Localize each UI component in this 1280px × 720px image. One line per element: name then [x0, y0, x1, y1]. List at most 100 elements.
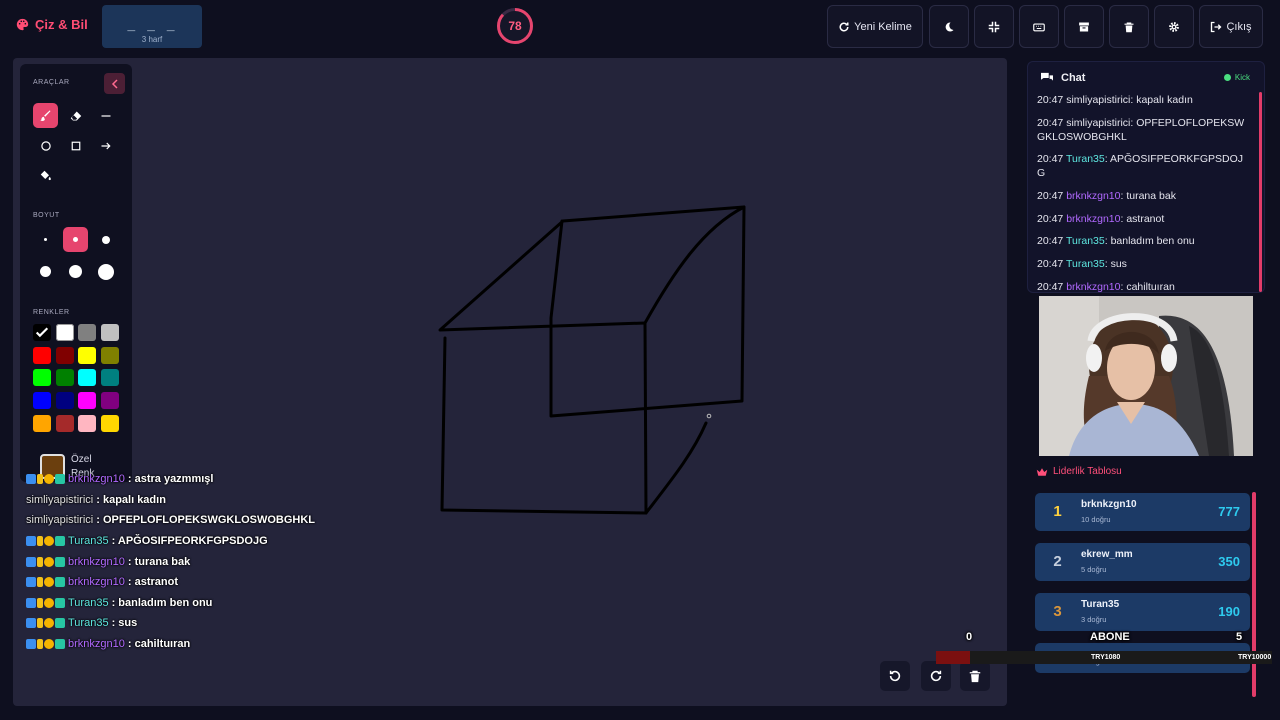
color-swatch[interactable] — [78, 414, 96, 432]
leaderboard-name: brknkzgn10 — [1081, 499, 1137, 510]
new-word-button[interactable]: Yeni Kelime — [827, 5, 923, 48]
user-badges — [26, 474, 65, 485]
gift-badge-icon — [55, 597, 65, 608]
chat-message-time: 20:47 — [1037, 190, 1064, 203]
size-2-button[interactable] — [63, 227, 88, 252]
size-6-button[interactable] — [93, 259, 118, 284]
color-swatch[interactable] — [100, 324, 119, 341]
archive-button[interactable] — [1064, 5, 1104, 48]
overlay-chat-line: simliyapistirici: kapalı kadın — [26, 490, 366, 511]
size-label: BOYUT — [33, 212, 60, 219]
leaderboard-name: ekrew_mm — [1081, 549, 1133, 560]
keyboard-icon — [1033, 22, 1045, 31]
color-swatch[interactable] — [55, 369, 74, 387]
archive-icon — [1079, 22, 1089, 31]
chat-message: 20:47 simliyapistirici: OPFEPLOFLOPEKSWG… — [1037, 116, 1251, 144]
chat-message-text: : banladım ben onu — [1104, 235, 1195, 248]
gear-icon — [1169, 21, 1179, 32]
eraser-tool[interactable] — [63, 103, 88, 128]
color-swatch[interactable] — [55, 414, 74, 432]
overlay-chat-username: simliyapistirici — [26, 514, 94, 527]
overlay-chat-username: brknkzgn10 — [68, 555, 125, 568]
size-4-button[interactable] — [33, 259, 58, 284]
color-swatch[interactable] — [78, 324, 96, 341]
leaderboard-score: 350 — [1218, 554, 1240, 569]
size-1-button[interactable] — [33, 227, 58, 252]
chart-badge-icon — [26, 577, 36, 588]
word-mask: _ _ _ — [127, 17, 177, 32]
color-swatch[interactable] — [55, 324, 74, 341]
app-title: Çiz & Bil — [35, 17, 88, 32]
color-swatch[interactable] — [55, 392, 74, 410]
color-swatch[interactable] — [33, 369, 51, 387]
chat-message-time: 20:47 — [1037, 116, 1064, 129]
exit-button[interactable]: Çıkış — [1199, 5, 1263, 48]
color-swatch[interactable] — [100, 392, 119, 410]
word-letter-count: 3 harf — [141, 35, 163, 44]
user-badges — [26, 556, 65, 567]
color-swatch[interactable] — [78, 369, 96, 387]
circle-tool[interactable] — [33, 133, 58, 158]
user-badges — [26, 536, 65, 547]
moon-icon — [945, 21, 954, 31]
color-swatch[interactable] — [33, 346, 51, 364]
fullscreen-button[interactable] — [974, 5, 1014, 48]
brush-icon — [39, 109, 50, 121]
overlay-chat-line: Turan35: APĞOSIFPEORKFGPSDOJG — [26, 531, 366, 552]
colors-label: RENKLER — [33, 309, 70, 316]
chat-message: 20:47 Turan35: banladım ben onu — [1037, 234, 1251, 248]
chat-message-time: 20:47 — [1037, 258, 1064, 271]
size-5-button[interactable] — [63, 259, 88, 284]
chat-message-user: Turan35 — [1066, 258, 1105, 271]
subscriber-goal-overlay: 0 ABONE 5 TRY1080 TRY10000 — [936, 627, 1280, 671]
coin-badge-icon — [44, 618, 54, 629]
chat-message: 20:47 brknkzgn10: turana bak — [1037, 189, 1251, 203]
brush-tool[interactable] — [33, 103, 58, 128]
bolt-badge-icon — [37, 639, 43, 650]
color-swatch[interactable] — [55, 346, 74, 364]
square-icon — [71, 141, 80, 150]
color-swatch[interactable] — [78, 346, 96, 364]
settings-button[interactable] — [1154, 5, 1194, 48]
color-swatch[interactable] — [33, 324, 51, 341]
overlay-chat-text: : astranot — [127, 576, 178, 589]
size-3-button[interactable] — [93, 227, 118, 252]
collapse-tools-button[interactable] — [104, 73, 125, 94]
undo-button[interactable] — [880, 661, 910, 691]
color-swatch[interactable] — [78, 392, 96, 410]
bolt-badge-icon — [37, 556, 43, 567]
chart-badge-icon — [26, 618, 36, 629]
gift-badge-icon — [55, 577, 65, 588]
arrow-tool[interactable] — [93, 133, 118, 158]
theme-toggle-button[interactable] — [929, 5, 969, 48]
line-tool[interactable] — [93, 103, 118, 128]
color-swatch[interactable] — [100, 369, 119, 387]
chat-message-time: 20:47 — [1037, 212, 1064, 225]
chat-message-user: Turan35 — [1066, 153, 1105, 166]
chat-header: Chat — [1040, 72, 1085, 84]
color-swatch[interactable] — [100, 346, 119, 364]
clear-button[interactable] — [1109, 5, 1149, 48]
refresh-icon — [839, 21, 849, 31]
color-swatch[interactable] — [33, 414, 51, 432]
rectangle-tool[interactable] — [63, 133, 88, 158]
overlay-chat-text: : APĞOSIFPEORKFGPSDOJG — [111, 535, 268, 548]
chat-message-user: simliyapistirici — [1066, 94, 1131, 106]
timer-value: 78 — [508, 19, 522, 33]
stream-chat-overlay: brknkzgn10: astra yazmmışl simliyapistiri… — [26, 469, 366, 654]
keyboard-button[interactable] — [1019, 5, 1059, 48]
chat-scrollbar[interactable] — [1259, 92, 1262, 292]
sign-out-icon — [1211, 21, 1222, 32]
redo-icon — [930, 670, 942, 682]
streamer-webcam — [1039, 296, 1253, 456]
chat-message: 20:47 Turan35: APĞOSIFPEORKFGPSDOJG — [1037, 152, 1251, 180]
fill-tool[interactable] — [33, 163, 58, 188]
coin-badge-icon — [44, 597, 54, 608]
tools-label: ARAÇLAR — [33, 79, 70, 86]
overlay-chat-username: Turan35 — [68, 535, 109, 548]
arrow-right-icon — [101, 142, 111, 149]
color-swatch[interactable] — [33, 392, 51, 410]
paint-bucket-icon — [40, 170, 51, 180]
leaderboard-row: 3 Turan35 3 doğru 190 — [1035, 593, 1250, 631]
color-swatch[interactable] — [100, 414, 119, 432]
